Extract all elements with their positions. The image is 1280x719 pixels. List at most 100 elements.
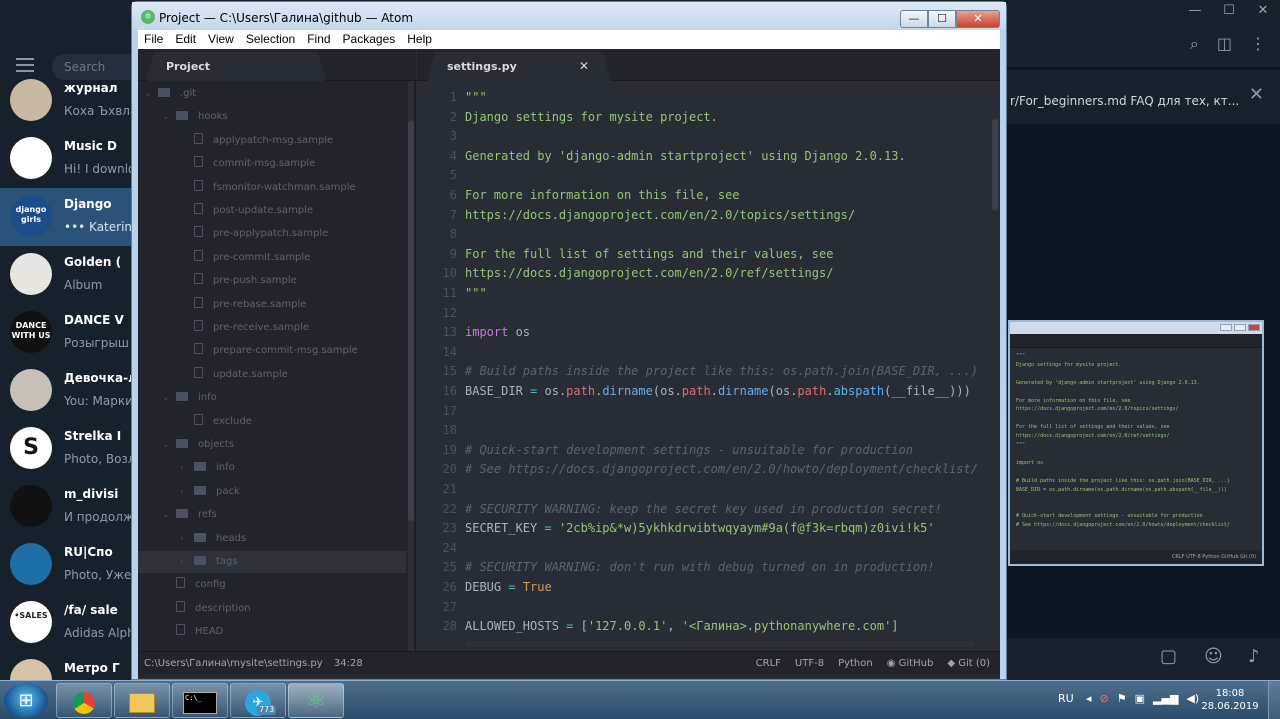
tree-item[interactable]: › info xyxy=(180,457,235,479)
tree-item[interactable]: › tags xyxy=(138,551,406,573)
status-line-ending[interactable]: CRLF xyxy=(756,652,781,676)
commands-icon[interactable]: ▢ xyxy=(1160,646,1177,667)
chevron-down-icon[interactable]: ⌄ xyxy=(144,83,152,105)
chevron-right-icon[interactable]: › xyxy=(180,528,184,550)
chat-item[interactable]: Music D Hi! I downlo xyxy=(0,130,131,188)
status-file-path[interactable]: C:\Users\Галина\mysite\settings.py xyxy=(144,658,323,669)
more-options-icon[interactable]: ⋮ xyxy=(1250,34,1266,54)
tree-item[interactable]: pre-receive.sample xyxy=(194,317,309,339)
chevron-right-icon[interactable]: › xyxy=(180,551,184,573)
tray-signal-icon[interactable]: ▂▄▆ xyxy=(1153,692,1178,705)
editor-horizontal-scrollbar[interactable] xyxy=(465,641,975,647)
chat-item[interactable]: m_divisi И продолжа xyxy=(0,478,131,536)
code-line[interactable]: # See https://docs.djangoproject.com/en/… xyxy=(465,460,978,480)
minimize-icon[interactable]: — xyxy=(1178,0,1212,22)
code-line[interactable]: SECRET_KEY = '2cb%ip&*w)5ykhkdrwibtwqyay… xyxy=(465,519,935,539)
show-desktop-button[interactable] xyxy=(1268,681,1280,719)
emoji-icon[interactable]: ☺ xyxy=(1204,646,1223,667)
microphone-icon[interactable]: ♪ xyxy=(1248,646,1260,667)
chat-item[interactable]: •SALES/fa/ sale Adidas Alph xyxy=(0,594,131,652)
code-line[interactable]: import os xyxy=(465,323,530,343)
tree-item[interactable]: pre-applypatch.sample xyxy=(194,223,328,245)
code-area[interactable]: """ Django settings for mysite project. Ge… xyxy=(465,81,993,651)
tree-item[interactable]: prepare-commit-msg.sample xyxy=(194,340,358,362)
code-line[interactable]: # SECURITY WARNING: keep the secret key … xyxy=(465,500,942,520)
tree-item[interactable]: ⌄ .git xyxy=(144,83,196,105)
close-pinned-icon[interactable]: ✕ xyxy=(1249,84,1264,105)
chevron-down-icon[interactable]: ⌄ xyxy=(162,504,170,526)
tree-item[interactable]: pre-commit.sample xyxy=(194,247,310,269)
tab-project[interactable]: Project xyxy=(146,52,326,81)
chevron-right-icon[interactable]: › xyxy=(180,481,184,503)
close-button[interactable]: ✕ xyxy=(956,10,1000,28)
taskbar-atom[interactable]: ⚛ xyxy=(288,683,344,718)
close-tab-icon[interactable]: ✕ xyxy=(579,52,589,81)
tree-item[interactable]: › pack xyxy=(180,481,240,503)
taskbar-cmd[interactable]: C:\_ xyxy=(172,683,228,718)
chevron-down-icon[interactable]: ⌄ xyxy=(162,387,170,409)
tree-item[interactable]: post-update.sample xyxy=(194,200,313,222)
start-button[interactable]: ⊞ xyxy=(4,683,48,718)
tab-settings-py[interactable]: settings.py ✕ xyxy=(427,52,611,82)
chat-item[interactable]: DANCE WITH US DANCE V Розыгрыш xyxy=(0,304,131,362)
tree-item[interactable]: applypatch-msg.sample xyxy=(194,130,333,152)
tree-item[interactable]: fsmonitor-watchman.sample xyxy=(194,177,356,199)
tree-item[interactable]: commit-msg.sample xyxy=(194,153,315,175)
maximize-button[interactable]: ☐ xyxy=(928,10,956,28)
chat-item[interactable]: Golden (Album xyxy=(0,246,131,304)
code-line[interactable]: # Quick-start development settings - uns… xyxy=(465,441,913,461)
chat-item[interactable]: RU|Спо Photo, Уже xyxy=(0,536,131,594)
chat-item[interactable]: Девочка-ле You: Марки xyxy=(0,362,131,420)
tree-item[interactable]: ⌄ objects xyxy=(162,434,234,456)
tree-item[interactable]: description xyxy=(176,598,251,620)
code-line[interactable]: Generated by 'django-admin startproject'… xyxy=(465,147,906,167)
code-line[interactable]: DEBUG = True xyxy=(465,578,552,598)
code-line[interactable]: Django settings for mysite project. xyxy=(465,108,718,128)
editor-vertical-scrollbar[interactable] xyxy=(992,81,1000,651)
code-line[interactable]: For the full list of settings and their … xyxy=(465,245,833,265)
window-preview-thumbnail[interactable]: """ Django settings for mysite project. … xyxy=(1008,320,1264,566)
tree-item[interactable]: config xyxy=(176,574,226,596)
chevron-down-icon[interactable]: ⌄ xyxy=(162,106,170,128)
chat-item[interactable]: журнал Коха Ъхвла xyxy=(0,72,131,130)
sidebar-toggle-icon[interactable]: ◫ xyxy=(1217,34,1232,54)
menu-packages[interactable]: Packages xyxy=(337,30,402,49)
code-line[interactable]: BASE_DIR = os.path.dirname(os.path.dirna… xyxy=(465,382,971,402)
menu-edit[interactable]: Edit xyxy=(169,30,202,49)
close-icon[interactable]: ✕ xyxy=(1246,0,1280,22)
menu-help[interactable]: Help xyxy=(401,30,438,49)
chevron-right-icon[interactable]: › xyxy=(180,457,184,479)
tree-item[interactable]: HEAD xyxy=(176,621,223,643)
code-line[interactable]: https://docs.djangoproject.com/en/2.0/re… xyxy=(465,264,833,284)
code-line[interactable]: ALLOWED_HOSTS = ['127.0.0.1', '<Галина>.… xyxy=(465,617,899,637)
tree-item[interactable]: › heads xyxy=(180,528,246,550)
code-line[interactable]: For more information on this file, see xyxy=(465,186,740,206)
menu-file[interactable]: File xyxy=(138,30,169,49)
hamburger-menu-icon[interactable] xyxy=(16,58,34,72)
code-line[interactable]: # Build paths inside the project like th… xyxy=(465,362,978,382)
tray-expand-icon[interactable]: ◂ xyxy=(1086,692,1092,705)
tree-item[interactable]: exclude xyxy=(194,411,252,433)
taskbar-chrome[interactable] xyxy=(56,683,112,718)
code-line[interactable]: """ xyxy=(465,88,487,108)
tray-network-error-icon[interactable]: ⊘ xyxy=(1100,692,1109,705)
tree-item[interactable]: ⌄ refs xyxy=(162,504,217,526)
search-icon[interactable]: ⌕ xyxy=(1190,34,1199,54)
language-indicator[interactable]: RU xyxy=(1058,692,1074,705)
menu-view[interactable]: View xyxy=(202,30,240,49)
tree-item[interactable]: ⌄ hooks xyxy=(162,106,228,128)
code-line[interactable]: https://docs.djangoproject.com/en/2.0/to… xyxy=(465,206,855,226)
tree-item[interactable]: update.sample xyxy=(194,364,288,386)
tree-item[interactable]: pre-rebase.sample xyxy=(194,294,306,316)
menu-selection[interactable]: Selection xyxy=(240,30,301,49)
status-encoding[interactable]: UTF-8 xyxy=(795,652,824,676)
code-line[interactable]: # SECURITY WARNING: don't run with debug… xyxy=(465,558,935,578)
clock[interactable]: 18:08 28.06.2019 xyxy=(1200,687,1260,713)
status-cursor-position[interactable]: 34:28 xyxy=(334,658,363,669)
taskbar-explorer[interactable] xyxy=(114,683,170,718)
pinned-message[interactable]: r/For_beginners.md FAQ для тех, кт... ✕ xyxy=(1006,70,1280,124)
tree-scrollbar[interactable] xyxy=(408,81,414,659)
tray-device-icon[interactable]: ▣ xyxy=(1135,692,1145,705)
tree-item[interactable]: pre-push.sample xyxy=(194,270,297,292)
tray-volume-icon[interactable]: ◀) xyxy=(1186,692,1199,705)
